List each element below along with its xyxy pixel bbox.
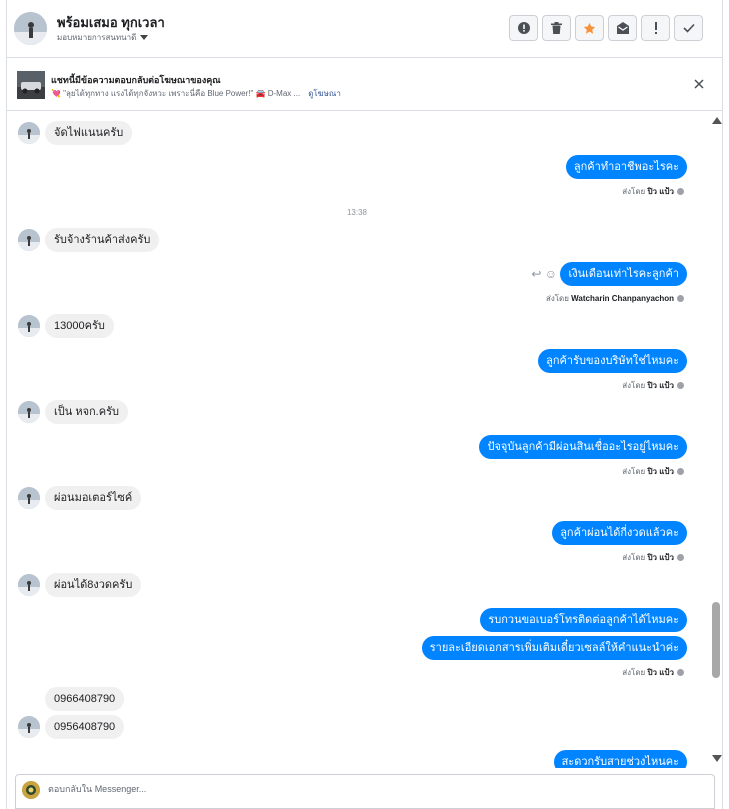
conversation-header: พร้อมเสมอ ทุกเวลา มอบหมายการสนทนาดี: [7, 0, 723, 58]
message-thread: จัดไฟแนนครับ ลูกค้าทำอาชีพอะไรคะ ส่งโดย …: [7, 112, 723, 768]
ad-banner-title: แชทนี้มีข้อความตอบกลับต่อโฆษณาของคุณ: [51, 75, 221, 85]
conversation-panel: พร้อมเสมอ ทุกเวลา มอบหมายการสนทนาดี แชทน…: [6, 0, 723, 809]
outgoing-message[interactable]: ลูกค้าผ่อนได้กี่งวดแล้วคะ: [552, 521, 687, 545]
contact-avatar-small: [18, 716, 40, 738]
incoming-message[interactable]: 13000ครับ: [45, 314, 114, 338]
outgoing-message[interactable]: สะดวกรับสายช่วงไหนคะ: [553, 750, 687, 768]
view-ad-link[interactable]: ดูโฆษณา: [308, 89, 341, 98]
sent-by-label: ส่งโดย ปิว แป้ว: [622, 185, 684, 198]
assign-conversation-dropdown[interactable]: มอบหมายการสนทนาดี: [57, 31, 149, 44]
mark-unread-button[interactable]: [608, 15, 637, 41]
info-icon[interactable]: [677, 188, 684, 196]
sent-by-prefix: ส่งโดย: [545, 294, 569, 303]
incoming-message[interactable]: ผ่อนได้8งวดครับ: [45, 573, 142, 597]
sender-name[interactable]: ปิว แป้ว: [647, 553, 674, 562]
sent-by-label: ส่งโดย ปิว แป้ว: [622, 465, 684, 478]
scrollbar-thumb[interactable]: [712, 602, 720, 678]
follow-up-button[interactable]: [641, 15, 670, 41]
info-icon[interactable]: [677, 468, 684, 476]
star-icon: [583, 22, 596, 34]
incoming-message[interactable]: ผ่อนมอเตอร์ไซค์: [45, 486, 142, 510]
close-icon: [694, 79, 704, 89]
info-icon[interactable]: [677, 295, 684, 303]
sender-name[interactable]: ปิว แป้ว: [647, 381, 674, 390]
star-button[interactable]: [575, 15, 604, 41]
incoming-message[interactable]: 0956408790: [45, 715, 125, 739]
contact-name[interactable]: พร้อมเสมอ ทุกเวลา: [57, 12, 165, 33]
outgoing-message[interactable]: ปัจจุบันลูกค้ามีผ่อนสินเชื่ออะไรอยู่ไหมค…: [479, 435, 687, 459]
thread-scrollbar[interactable]: [709, 112, 723, 768]
exclamation-icon: [654, 22, 657, 34]
contact-avatar-small: [18, 401, 40, 423]
timestamp: 13:38: [346, 208, 368, 217]
ad-banner-description: 💘 "ลุยได้ทุกทาง แรงได้ทุกจังหวะ เพราะนี่…: [51, 87, 341, 100]
ad-thumbnail[interactable]: [17, 71, 45, 99]
close-banner-button[interactable]: [691, 76, 707, 92]
outgoing-message[interactable]: รายละเอียดเอกสารเพิ่มเติมเดี๋ยวเซลล์ให้ค…: [421, 636, 687, 660]
contact-avatar[interactable]: [14, 12, 47, 45]
sent-by-prefix: ส่งโดย: [622, 668, 646, 677]
sender-name[interactable]: Watcharin Chanpanyachon: [571, 294, 674, 303]
reply-composer: [15, 774, 715, 809]
envelope-open-icon: [616, 22, 629, 34]
scroll-up-arrow-icon[interactable]: [712, 117, 722, 124]
reply-icon[interactable]: ↩: [531, 267, 541, 281]
info-icon[interactable]: [677, 669, 684, 677]
sent-by-label: ส่งโดย ปิว แป้ว: [622, 379, 684, 392]
incoming-message[interactable]: จัดไฟแนนครับ: [45, 121, 133, 145]
info-icon[interactable]: [677, 554, 684, 562]
sent-by-prefix: ส่งโดย: [622, 553, 646, 562]
mark-done-button[interactable]: [674, 15, 703, 41]
sent-by-prefix: ส่งโดย: [622, 467, 646, 476]
delete-button[interactable]: [542, 15, 571, 41]
trash-icon: [551, 22, 562, 34]
page-avatar: [22, 781, 40, 799]
message-actions: ↩ ☺: [531, 267, 557, 281]
sender-name[interactable]: ปิว แป้ว: [647, 668, 674, 677]
incoming-message[interactable]: รับจ้างร้านค้าส่งครับ: [45, 228, 160, 252]
spam-button[interactable]: [509, 15, 538, 41]
sender-name[interactable]: ปิว แป้ว: [647, 187, 674, 196]
incoming-message[interactable]: เป็น หจก.ครับ: [45, 400, 128, 424]
reply-input[interactable]: [48, 784, 648, 794]
sent-by-label: ส่งโดย ปิว แป้ว: [622, 551, 684, 564]
ad-reply-banner: แชทนี้มีข้อความตอบกลับต่อโฆษณาของคุณ 💘 "…: [7, 59, 723, 111]
sender-name[interactable]: ปิว แป้ว: [647, 467, 674, 476]
scroll-down-arrow-icon[interactable]: [712, 755, 722, 762]
exclamation-circle-icon: [517, 22, 530, 34]
contact-avatar-small: [18, 315, 40, 337]
react-emoji-icon[interactable]: ☺: [545, 267, 557, 281]
outgoing-message[interactable]: ลูกค้าทำอาชีพอะไรคะ: [565, 155, 687, 179]
contact-avatar-small: [18, 574, 40, 596]
outgoing-message[interactable]: รบกวนขอเบอร์โทรติดต่อลูกค้าได้ไหมคะ: [480, 608, 687, 632]
sent-by-label: ส่งโดย Watcharin Chanpanyachon: [546, 292, 684, 305]
outgoing-message[interactable]: เงินเดือนเท่าไรคะลูกค้า: [560, 262, 687, 286]
sent-by-prefix: ส่งโดย: [622, 381, 646, 390]
incoming-message[interactable]: 0966408790: [45, 687, 125, 711]
contact-avatar-small: [18, 229, 40, 251]
info-icon[interactable]: [677, 382, 684, 390]
ad-description-text: 💘 "ลุยได้ทุกทาง แรงได้ทุกจังหวะ เพราะนี่…: [51, 89, 301, 98]
caret-down-icon: [140, 35, 149, 41]
contact-avatar-small: [18, 487, 40, 509]
assign-conversation-label: มอบหมายการสนทนาดี: [57, 33, 137, 42]
sent-by-prefix: ส่งโดย: [622, 187, 646, 196]
sent-by-label: ส่งโดย ปิว แป้ว: [622, 666, 684, 679]
check-icon: [682, 23, 695, 33]
outgoing-message[interactable]: ลูกค้ารับของบริษัทใช่ไหมคะ: [538, 349, 687, 373]
contact-avatar-small: [18, 122, 40, 144]
header-actions: [509, 15, 703, 41]
